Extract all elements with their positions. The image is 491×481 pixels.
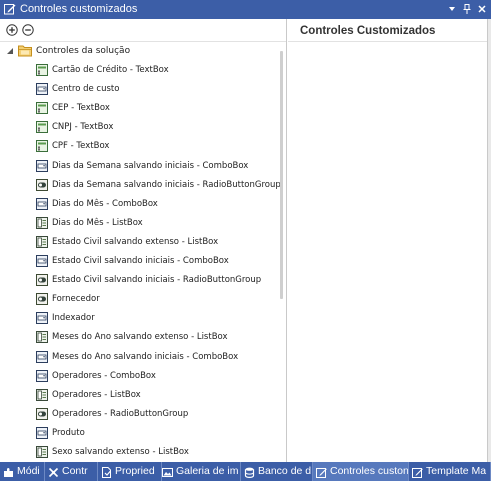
tab-puzzle[interactable]: Módi xyxy=(0,462,45,481)
tree-item-label: Centro de custo xyxy=(52,84,120,95)
database-icon xyxy=(244,466,255,478)
folder-icon xyxy=(18,44,32,57)
tree-item-label: Estado Civil salvando iniciais - RadioBu… xyxy=(52,275,262,286)
tab-properties[interactable]: Propried xyxy=(98,462,162,481)
combobox-icon xyxy=(36,369,48,382)
tab-database[interactable]: Banco de d xyxy=(241,462,313,481)
tab-label: Template Ma xyxy=(426,465,487,477)
title-bar: Controles customizados xyxy=(0,0,491,19)
template-icon xyxy=(412,466,423,478)
combobox-icon xyxy=(36,426,48,439)
tree-item-label: Dias do Mês - ListBox xyxy=(52,217,143,228)
tree-item-label: Dias da Semana salvando iniciais - Combo… xyxy=(52,160,249,171)
tree-item-label: Dias da Semana salvando iniciais - Radio… xyxy=(52,179,281,190)
window-edge xyxy=(487,19,491,462)
radiobutton-icon xyxy=(36,407,48,420)
window-title: Controles customizados xyxy=(20,3,138,15)
collapse-triangle-icon[interactable] xyxy=(6,47,14,55)
combobox-icon xyxy=(36,350,48,363)
tree-scrollbar[interactable] xyxy=(279,47,285,461)
tree-item-label: CPF - TextBox xyxy=(52,141,110,152)
combobox-icon xyxy=(36,197,48,210)
tree-item-label: Meses do Ano salvando extenso - ListBox xyxy=(52,332,228,343)
tab-template[interactable]: Template Ma xyxy=(409,462,491,481)
tab-label: Banco de d xyxy=(258,465,312,477)
pin-icon[interactable] xyxy=(461,3,473,15)
scrollbar-thumb[interactable] xyxy=(280,51,283,299)
bottom-tab-bar: Módi Contr Propried Galeria de im Banco de d… xyxy=(0,462,491,481)
remove-icon[interactable] xyxy=(22,24,34,36)
detail-panel: Controles Customizados xyxy=(288,19,487,462)
tree-item-label: Fornecedor xyxy=(52,294,100,305)
tree-item-label: Cartão de Crédito - TextBox xyxy=(52,65,169,75)
tab-tools[interactable]: Contr xyxy=(45,462,98,481)
textbox-icon xyxy=(36,64,48,76)
tree-item-label: Produto xyxy=(52,427,85,438)
puzzle-icon xyxy=(3,466,14,477)
image-gallery-icon xyxy=(162,466,173,477)
toolbar-divider xyxy=(0,41,286,42)
combobox-icon xyxy=(36,312,48,325)
tab-label: Galeria de im xyxy=(176,465,239,477)
tree-item-label: Meses do Ano salvando iniciais - ComboBo… xyxy=(52,351,239,362)
tab-label: Módi xyxy=(17,465,40,477)
listbox-icon xyxy=(36,216,48,229)
tree-item-label: Sexo salvando extenso - ListBox xyxy=(52,447,189,457)
textbox-icon xyxy=(36,102,48,115)
tab-custom-controls[interactable]: Controles custon xyxy=(313,462,409,481)
tree-item-label: CNPJ - TextBox xyxy=(52,122,114,133)
listbox-icon xyxy=(36,388,48,401)
tree-item-label: Operadores - ComboBox xyxy=(52,370,156,381)
close-icon[interactable] xyxy=(476,3,488,15)
combobox-icon xyxy=(36,159,48,172)
listbox-icon xyxy=(36,446,48,458)
tree-item-label: Dias do Mês - ComboBox xyxy=(52,198,158,209)
tab-label: Contr xyxy=(62,465,88,477)
listbox-icon xyxy=(36,331,48,344)
tab-image-gallery[interactable]: Galeria de im xyxy=(159,462,241,481)
tab-label: Controles custon xyxy=(330,465,409,477)
edit-icon xyxy=(4,3,16,15)
heading-divider xyxy=(288,41,487,42)
detail-heading: Controles Customizados xyxy=(300,25,436,37)
listbox-icon xyxy=(36,235,48,248)
add-icon[interactable] xyxy=(6,24,18,36)
textbox-icon xyxy=(36,140,48,153)
dropdown-arrow-icon[interactable] xyxy=(446,3,458,15)
textbox-icon xyxy=(36,121,48,134)
tree-item-label: Estado Civil salvando extenso - ListBox xyxy=(52,236,219,247)
radiobutton-icon xyxy=(36,293,48,306)
radiobutton-icon xyxy=(36,178,48,191)
tab-label: Propried xyxy=(115,465,155,477)
properties-icon xyxy=(101,466,112,478)
tree-item-label: Indexador xyxy=(52,313,95,324)
tree-item-label: Operadores - ListBox xyxy=(52,389,141,400)
tree-root-label: Controles da solução xyxy=(36,46,131,56)
tree-panel: Controles da solução Cartão de Crédito -… xyxy=(0,19,287,462)
tree-item-label: CEP - TextBox xyxy=(52,103,110,114)
combobox-icon xyxy=(36,83,48,96)
custom-controls-icon xyxy=(316,466,327,478)
tools-icon xyxy=(48,466,59,478)
combobox-icon xyxy=(36,255,48,267)
tree-item-label: Operadores - RadioButtonGroup xyxy=(52,408,189,419)
tree-item-label: Estado Civil salvando iniciais - ComboBo… xyxy=(52,256,229,266)
radiobutton-icon xyxy=(36,274,48,287)
